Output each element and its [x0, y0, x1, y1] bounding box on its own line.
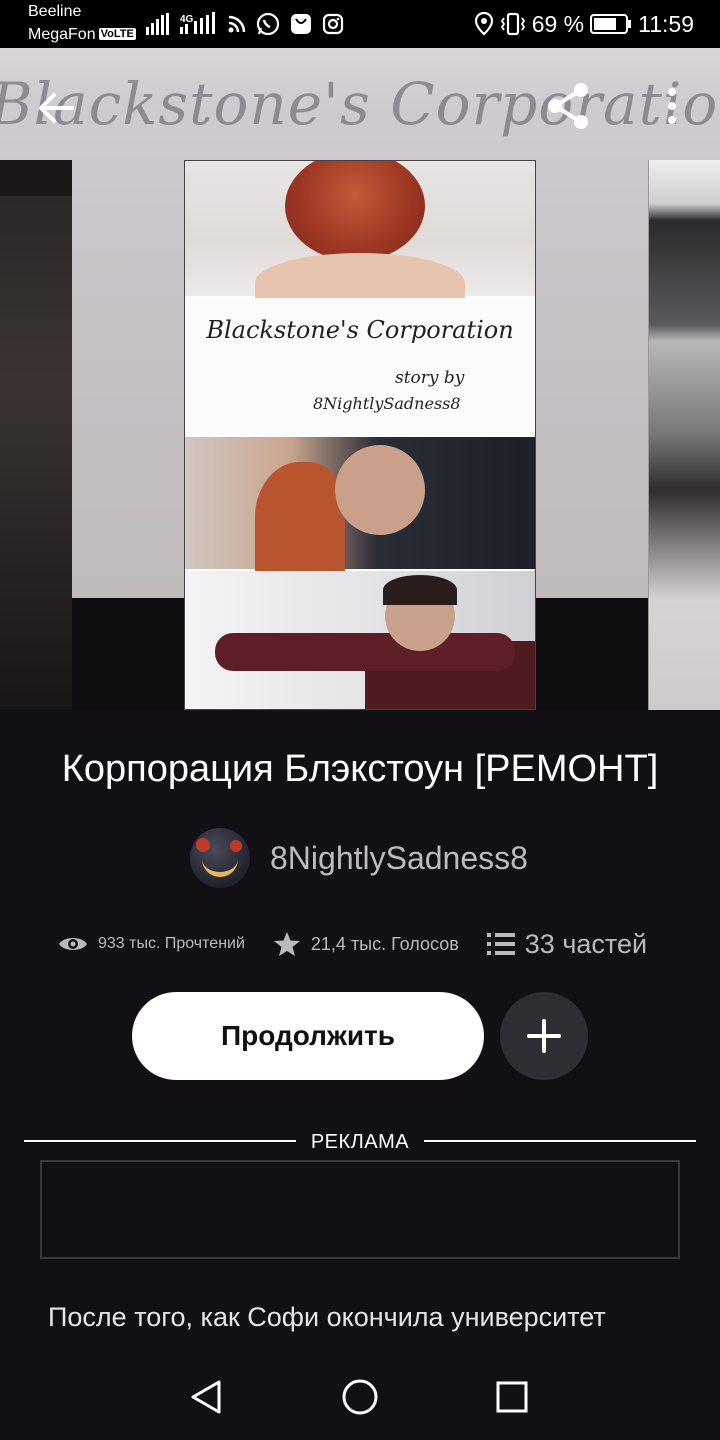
carrier-1: Beeline [28, 3, 82, 20]
votes-count: 21,4 тыс. Голосов [310, 933, 459, 954]
cover-byline-2: 8NightlySadness8 [313, 394, 461, 413]
nav-recents-button[interactable] [489, 1374, 535, 1420]
hero-blurred-title: Blackstone's Corporation [0, 70, 720, 138]
ad-label: РЕКЛАМА [310, 1131, 410, 1153]
author-name[interactable]: 8NightlySadness8 [270, 840, 528, 877]
battery-percent: 69 % [531, 10, 585, 37]
votes-stat: 21,4 тыс. Голосов [273, 931, 459, 957]
back-button[interactable] [28, 80, 84, 136]
more-vertical-icon [668, 88, 676, 124]
clock: 11:59 [638, 10, 694, 37]
cover-panel-1 [185, 161, 535, 313]
story-description: После того, как Софи окончила университе… [48, 1302, 606, 1332]
signal-4g-icon: 4G [180, 12, 215, 34]
previous-cover-header [0, 160, 72, 196]
nav-home-icon [342, 1379, 378, 1415]
cover-panel-3 [185, 437, 535, 572]
cover-byline-1: story by [395, 368, 465, 388]
location-icon [474, 12, 493, 36]
reads-count: 933 тыс. Прочтений [98, 935, 245, 952]
carrier-2: MegaFon VoLTE [28, 26, 136, 44]
whatsapp-icon [256, 12, 280, 36]
battery-icon [590, 14, 632, 34]
share-icon [548, 83, 588, 129]
ad-divider-right [424, 1140, 696, 1142]
cover-title-script: Blackstone's Corporation [206, 316, 514, 344]
author-avatar[interactable] [190, 828, 250, 888]
instagram-icon [322, 13, 344, 35]
story-title: Корпорация Блэкстоун [РЕМОНТ] [61, 748, 659, 790]
parts-stat[interactable]: 33 частей [486, 928, 648, 960]
previous-cover[interactable] [0, 160, 72, 710]
status-bar: Beeline MegaFon VoLTE 4G 69 % 11:59 [0, 0, 720, 48]
add-to-library-button[interactable] [500, 992, 588, 1080]
cover-title-panel: Blackstone's Corporation story by 8Night… [185, 298, 535, 435]
list-icon [486, 933, 515, 955]
nav-recents-icon [496, 1381, 528, 1413]
plus-icon [527, 1019, 561, 1053]
carrier-2-label: MegaFon [28, 26, 96, 43]
huawei-app-icon [291, 14, 311, 34]
network-label: 4G [180, 14, 194, 25]
continue-reading-button[interactable]: Продолжить [132, 992, 484, 1080]
eye-icon [59, 938, 87, 950]
rss-icon [228, 15, 246, 33]
more-options-button[interactable] [654, 76, 690, 136]
nav-back-icon [191, 1380, 221, 1414]
nav-back-button[interactable] [183, 1374, 229, 1420]
next-cover[interactable] [648, 160, 720, 710]
status-icons-left: 4G [146, 11, 344, 37]
story-cover-image[interactable]: Blackstone's Corporation story by 8Night… [184, 160, 536, 710]
reads-stat: 933 тыс. Прочтений [58, 934, 245, 954]
star-icon [273, 932, 300, 956]
volte-badge: VoLTE [98, 28, 136, 40]
status-icons-right: 69 % 11:59 [474, 8, 694, 40]
cover-panel-4 [185, 571, 535, 709]
ad-container[interactable] [40, 1160, 680, 1259]
nav-home-button[interactable] [337, 1374, 383, 1420]
signal-bars-icon [146, 13, 169, 35]
vibrate-icon [500, 12, 525, 36]
story-stats: 933 тыс. Прочтений 21,4 тыс. Голосов 33 … [58, 922, 647, 966]
back-arrow-icon [39, 93, 74, 123]
parts-count: 33 частей [524, 928, 648, 959]
share-button[interactable] [538, 76, 598, 136]
author-row[interactable]: 8NightlySadness8 [190, 828, 528, 888]
